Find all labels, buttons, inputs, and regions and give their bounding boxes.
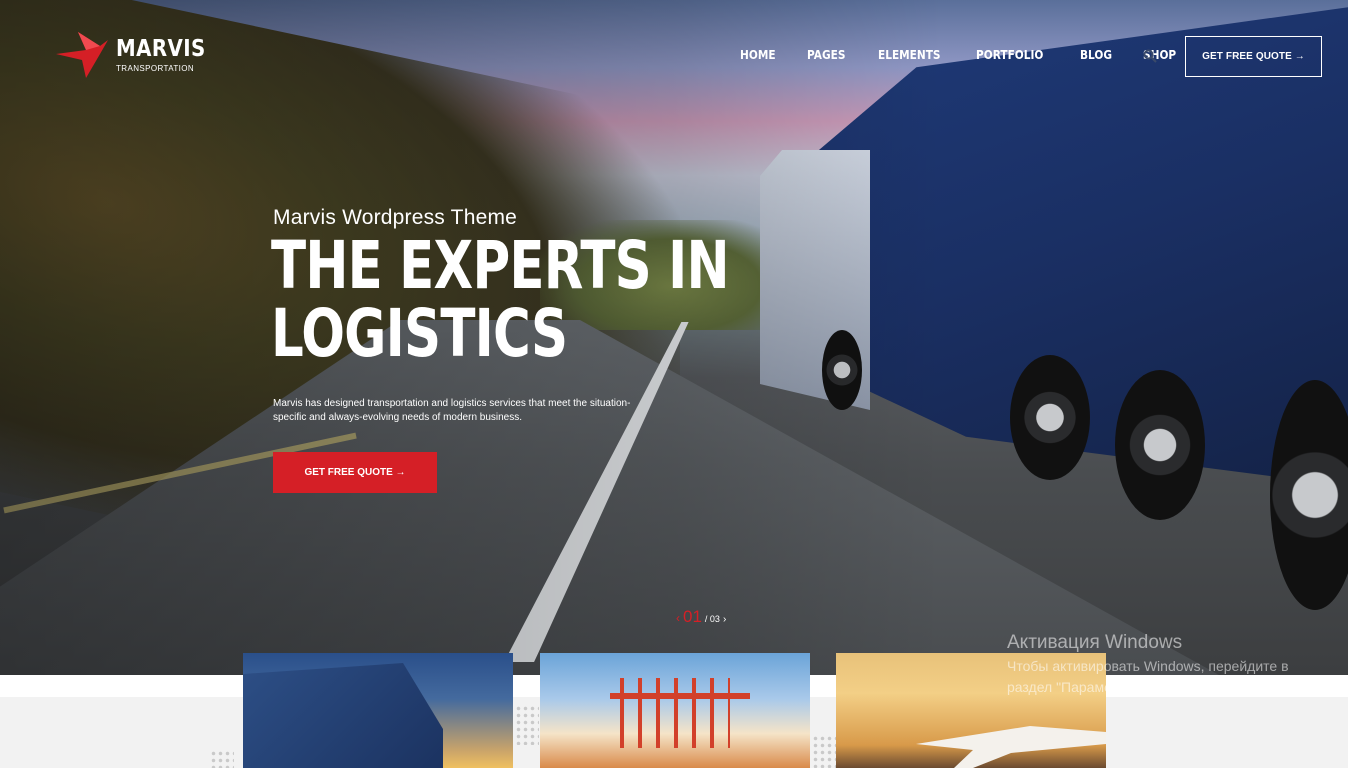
- slider-next-arrow-icon[interactable]: ›: [723, 614, 726, 625]
- brand-logo[interactable]: MARVIS TRANSPORTATION: [56, 32, 220, 78]
- nav-item-portfolio[interactable]: PORTFOLIO: [976, 48, 1043, 62]
- hero-description: Marvis has designed transportation and l…: [273, 398, 631, 423]
- hero-quote-button[interactable]: GET FREE QUOTE →: [273, 452, 437, 493]
- hero-headline: THE EXPERTS IN LOGISTICS: [271, 227, 730, 372]
- service-card-truck[interactable]: [243, 653, 513, 768]
- watermark-text: Чтобы активировать Windows, перейдите в …: [1007, 658, 1289, 695]
- nav-item-elements[interactable]: ELEMENTS: [878, 48, 941, 62]
- dot-pattern: [812, 735, 836, 768]
- service-card-port[interactable]: [540, 653, 810, 768]
- nav-item-blog[interactable]: BLOG: [1080, 48, 1112, 62]
- header-quote-button[interactable]: GET FREE QUOTE →: [1185, 36, 1322, 77]
- watermark-title: Активация Windows: [1007, 632, 1183, 653]
- slider-prev-arrow-icon[interactable]: ‹: [676, 611, 680, 625]
- bird-logo-icon: [56, 32, 108, 78]
- windows-activation-watermark: Активация Windows Чтобы активировать Win…: [1007, 632, 1317, 698]
- slider-current: 01: [683, 607, 702, 626]
- slider-total: / 03: [704, 614, 720, 624]
- dot-pattern: [210, 750, 234, 768]
- brand-tagline: TRANSPORTATION: [116, 63, 195, 73]
- search-icon[interactable]: [1143, 49, 1157, 63]
- dot-pattern: [515, 705, 539, 745]
- nav-item-pages[interactable]: PAGES: [807, 48, 845, 62]
- main-nav: HOME PAGES ELEMENTS PORTFOLIO BLOG SHOP: [740, 48, 1208, 62]
- nav-item-home[interactable]: HOME: [740, 48, 776, 62]
- headline-line-2: LOGISTICS: [271, 295, 568, 372]
- slider-pager: ‹ 01 / 03 ›: [676, 607, 726, 627]
- headline-line-1: THE EXPERTS IN: [271, 227, 730, 304]
- brand-name: MARVIS: [116, 35, 206, 62]
